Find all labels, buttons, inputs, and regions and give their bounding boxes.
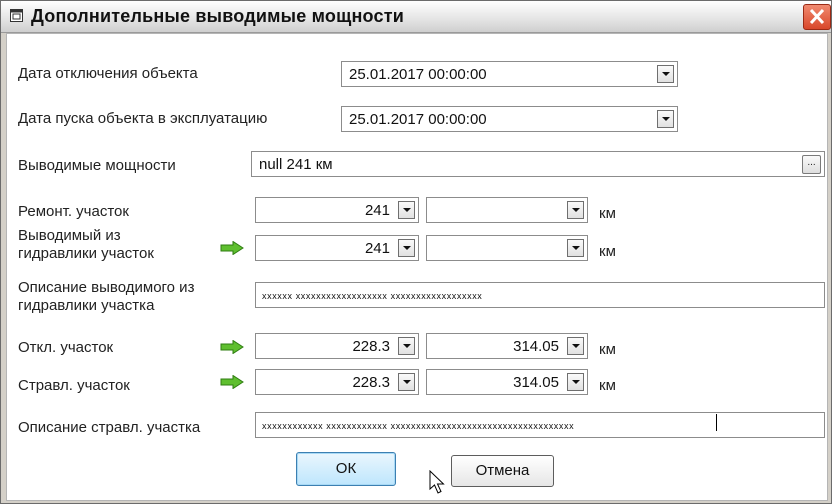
close-icon: [809, 9, 825, 24]
form-panel: Дата отключения объекта 25.01.2017 00:00…: [6, 33, 828, 501]
drained-description-field[interactable]: xxxxxxxxxxxx xxxxxxxxxxxx xxxxxxxxxxxxxx…: [255, 412, 825, 438]
hydraulics-description-label-line1: Описание выводимого из: [18, 279, 195, 296]
drained-section-to-value: 314.05: [513, 374, 559, 391]
output-capacity-label: Выводимые мощности: [18, 157, 176, 174]
ok-button[interactable]: ОК: [296, 452, 396, 486]
disconnected-section-unit: км: [599, 341, 616, 358]
repair-section-unit: км: [599, 205, 616, 222]
output-capacity-field[interactable]: null 241 км ...: [251, 151, 825, 177]
hydraulics-section-label-line1: Выводимый из: [18, 227, 121, 244]
green-arrow-icon: [220, 340, 244, 354]
hydraulics-section-from-value: 241: [364, 240, 390, 257]
dialog-window: Дополнительные выводимые мощности Дата о…: [0, 0, 832, 504]
drained-section-label: Стравл. участок: [18, 377, 130, 394]
commission-date-field[interactable]: 25.01.2017 00:00:00: [341, 106, 678, 132]
hydraulics-description-field[interactable]: xxxxxx xxxxxxxxxxxxxxxxxx xxxxxxxxxxxxxx…: [255, 282, 825, 308]
close-button[interactable]: [803, 4, 831, 30]
disconnected-section-label: Откл. участок: [18, 339, 114, 356]
drained-description-label: Описание стравл. участка: [18, 419, 201, 436]
disconnected-section-from-value: 228.3: [352, 338, 390, 355]
hydraulics-section-label-line2: гидравлики участок: [18, 245, 154, 262]
green-arrow-icon: [220, 241, 244, 255]
drained-section-unit: км: [599, 377, 616, 394]
dropdown-arrow-icon[interactable]: [657, 110, 674, 128]
window-title: Дополнительные выводимые мощности: [31, 6, 405, 26]
window-icon: [10, 9, 23, 22]
disconnected-section-to[interactable]: 314.05: [426, 333, 588, 359]
hydraulics-section-unit: км: [599, 243, 616, 260]
dropdown-arrow-icon[interactable]: [398, 373, 415, 391]
commission-date-value: 25.01.2017 00:00:00: [349, 111, 487, 128]
disconnected-section-to-value: 314.05: [513, 338, 559, 355]
hydraulics-description-value: xxxxxx xxxxxxxxxxxxxxxxxx xxxxxxxxxxxxxx…: [262, 291, 483, 301]
title-bar[interactable]: Дополнительные выводимые мощности: [1, 1, 831, 33]
repair-section-from[interactable]: 241: [255, 197, 419, 223]
drained-section-from-value: 228.3: [352, 374, 390, 391]
repair-section-label: Ремонт. участок: [18, 203, 129, 220]
dropdown-arrow-icon[interactable]: [567, 201, 584, 219]
cancel-button[interactable]: Отмена: [451, 455, 554, 487]
drained-section-to[interactable]: 314.05: [426, 369, 588, 395]
dropdown-arrow-icon[interactable]: [567, 239, 584, 257]
dropdown-arrow-icon[interactable]: [398, 239, 415, 257]
browse-button[interactable]: ...: [802, 155, 821, 174]
commission-date-label: Дата пуска объекта в эксплуатацию: [18, 110, 268, 127]
dropdown-arrow-icon[interactable]: [398, 337, 415, 355]
dropdown-arrow-icon[interactable]: [398, 201, 415, 219]
shutdown-date-value: 25.01.2017 00:00:00: [349, 66, 487, 83]
repair-section-from-value: 241: [364, 202, 390, 219]
hydraulics-section-to[interactable]: [426, 235, 588, 261]
disconnected-section-from[interactable]: 228.3: [255, 333, 419, 359]
hydraulics-section-from[interactable]: 241: [255, 235, 419, 261]
repair-section-to[interactable]: [426, 197, 588, 223]
drained-section-from[interactable]: 228.3: [255, 369, 419, 395]
text-caret: [716, 414, 717, 431]
mouse-cursor-icon: [429, 470, 445, 494]
shutdown-date-field[interactable]: 25.01.2017 00:00:00: [341, 61, 678, 87]
hydraulics-description-label-line2: гидравлики участка: [18, 297, 155, 314]
green-arrow-icon: [220, 375, 244, 389]
output-capacity-value: null 241 км: [259, 156, 333, 173]
drained-description-value: xxxxxxxxxxxx xxxxxxxxxxxx xxxxxxxxxxxxxx…: [262, 421, 575, 431]
shutdown-date-label: Дата отключения объекта: [18, 65, 198, 82]
dropdown-arrow-icon[interactable]: [567, 373, 584, 391]
dropdown-arrow-icon[interactable]: [657, 65, 674, 83]
dropdown-arrow-icon[interactable]: [567, 337, 584, 355]
